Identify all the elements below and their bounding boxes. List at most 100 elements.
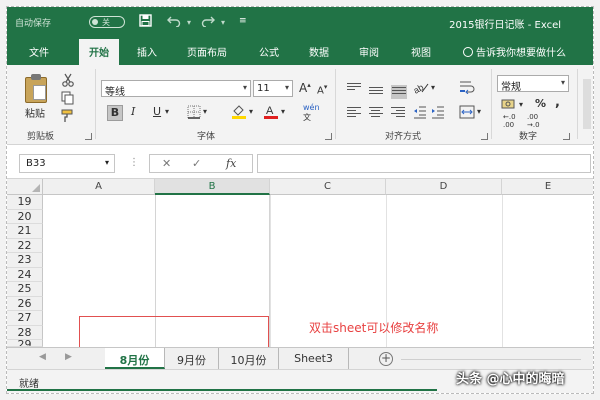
alignment-launcher-icon[interactable]: [481, 133, 488, 140]
align-top-icon[interactable]: [347, 83, 361, 95]
autosave-toggle[interactable]: 关: [89, 16, 125, 28]
font-color-dropdown-icon[interactable]: ▾: [281, 107, 285, 116]
name-box[interactable]: B33 ▾: [19, 154, 115, 173]
clipboard-launcher-icon[interactable]: [85, 133, 92, 140]
row-header[interactable]: 20: [7, 209, 43, 224]
accounting-format-icon[interactable]: [501, 97, 517, 114]
underline-dropdown-icon[interactable]: ▾: [165, 107, 169, 116]
tab-view[interactable]: 视图: [411, 44, 431, 59]
percent-button[interactable]: %: [535, 97, 546, 110]
select-all-button[interactable]: [7, 179, 43, 195]
font-name-select[interactable]: 等线 ▾: [101, 80, 251, 98]
align-left-icon[interactable]: [347, 107, 361, 119]
chevron-down-icon: ▾: [560, 78, 565, 87]
insert-function-icon[interactable]: fx: [226, 157, 236, 170]
add-sheet-icon[interactable]: +: [379, 352, 393, 366]
row-header[interactable]: 21: [7, 224, 43, 239]
scroll-right-icon[interactable]: ▶: [65, 352, 72, 362]
paste-icon[interactable]: [23, 73, 49, 103]
styles-group-partial[interactable]: [583, 79, 591, 129]
bold-button[interactable]: B: [107, 105, 123, 121]
row-header[interactable]: 25: [7, 282, 43, 297]
tab-formulas[interactable]: 公式: [259, 44, 279, 59]
number-format-value: 常规: [501, 82, 521, 93]
sheet-tab-bar: ◀ ▶ 8月份 9月份 10月份 Sheet3 +: [7, 347, 593, 369]
paste-button[interactable]: 粘贴: [25, 105, 45, 120]
tab-data[interactable]: 数据: [309, 44, 329, 59]
increase-font-button[interactable]: A▴: [299, 81, 311, 95]
italic-button[interactable]: I: [131, 105, 135, 118]
number-format-select[interactable]: 常规 ▾: [497, 75, 569, 93]
align-right-icon[interactable]: [391, 107, 405, 119]
row-header[interactable]: 24: [7, 267, 43, 282]
merge-center-icon[interactable]: [459, 105, 475, 122]
chevron-down-icon: ▾: [104, 158, 109, 167]
merge-dropdown-icon[interactable]: ▾: [477, 107, 481, 116]
fill-color-dropdown-icon[interactable]: ▾: [249, 107, 253, 116]
column-header-b[interactable]: B: [155, 179, 270, 195]
status-text: 就绪: [19, 379, 39, 390]
row-header[interactable]: 26: [7, 296, 43, 311]
copy-icon[interactable]: [61, 91, 75, 108]
number-launcher-icon[interactable]: [563, 133, 570, 140]
tell-me-box[interactable]: 告诉我你想要做什么: [463, 44, 566, 59]
tab-file[interactable]: 文件: [29, 44, 49, 59]
increase-indent-icon[interactable]: [431, 105, 445, 122]
number-group-label: 数字: [519, 132, 538, 142]
phonetic-icon[interactable]: wén 文: [303, 103, 320, 123]
column-header-d[interactable]: D: [386, 179, 502, 195]
customize-toolbar-icon[interactable]: ≡: [239, 16, 247, 26]
save-icon[interactable]: [139, 14, 152, 31]
row-header[interactable]: 22: [7, 238, 43, 253]
row-header[interactable]: 29: [7, 340, 43, 347]
column-header-a[interactable]: A: [43, 179, 155, 195]
wrap-text-icon[interactable]: [459, 80, 475, 97]
borders-icon[interactable]: [187, 105, 201, 122]
row-header[interactable]: 27: [7, 311, 43, 326]
column-header-c[interactable]: C: [270, 179, 386, 195]
sheet-tab-10[interactable]: 10月份: [219, 348, 279, 369]
watermark-text: 头条 @心中的晦暗: [456, 372, 565, 387]
column-header-e[interactable]: E: [502, 179, 593, 195]
underline-button[interactable]: U: [153, 105, 161, 118]
row-header[interactable]: 19: [7, 195, 43, 210]
borders-dropdown-icon[interactable]: ▾: [203, 107, 207, 116]
horizontal-scrollbar[interactable]: [401, 359, 581, 360]
tab-home[interactable]: 开始: [79, 39, 119, 65]
increase-decimal-icon[interactable]: ←.0.00: [503, 113, 516, 129]
align-center-icon[interactable]: [369, 107, 383, 119]
row-header[interactable]: 23: [7, 253, 43, 268]
decrease-decimal-icon[interactable]: .00 →.0: [527, 113, 540, 129]
font-launcher-icon[interactable]: [325, 133, 332, 140]
align-middle-icon[interactable]: [369, 87, 383, 99]
redo-icon[interactable]: [201, 14, 215, 31]
sheet-tab-8[interactable]: 8月份: [105, 348, 165, 369]
formula-input[interactable]: [257, 154, 591, 173]
scroll-left-icon[interactable]: ◀: [39, 352, 46, 362]
format-painter-icon[interactable]: [61, 109, 75, 126]
align-bottom-icon[interactable]: [391, 85, 407, 99]
undo-icon[interactable]: [167, 14, 181, 31]
redo-dropdown-icon[interactable]: ▾: [221, 18, 225, 27]
chevron-down-icon: ▾: [242, 83, 247, 92]
font-size-select[interactable]: 11 ▾: [253, 80, 293, 97]
decrease-font-button[interactable]: A▾: [317, 83, 327, 96]
sheet-tab-sheet3[interactable]: Sheet3: [279, 348, 349, 369]
comma-button[interactable]: ,: [555, 95, 560, 110]
font-color-icon[interactable]: A: [263, 103, 279, 122]
tab-insert[interactable]: 插入: [137, 44, 157, 59]
accounting-dropdown-icon[interactable]: ▾: [519, 100, 523, 109]
row-header[interactable]: 28: [7, 325, 43, 340]
orientation-icon[interactable]: ab: [412, 80, 431, 97]
decrease-indent-icon[interactable]: [413, 105, 427, 122]
font-size-value: 11: [257, 83, 270, 94]
undo-dropdown-icon[interactable]: ▾: [187, 18, 191, 27]
sheet-tab-9[interactable]: 9月份: [165, 348, 219, 369]
cancel-icon[interactable]: ✕: [162, 157, 171, 170]
enter-icon[interactable]: ✓: [192, 157, 201, 170]
cut-icon[interactable]: [61, 73, 75, 90]
tab-page-layout[interactable]: 页面布局: [187, 44, 227, 59]
orientation-dropdown-icon[interactable]: ▾: [431, 83, 435, 92]
tab-review[interactable]: 审阅: [359, 44, 379, 59]
fill-color-icon[interactable]: [231, 103, 247, 122]
